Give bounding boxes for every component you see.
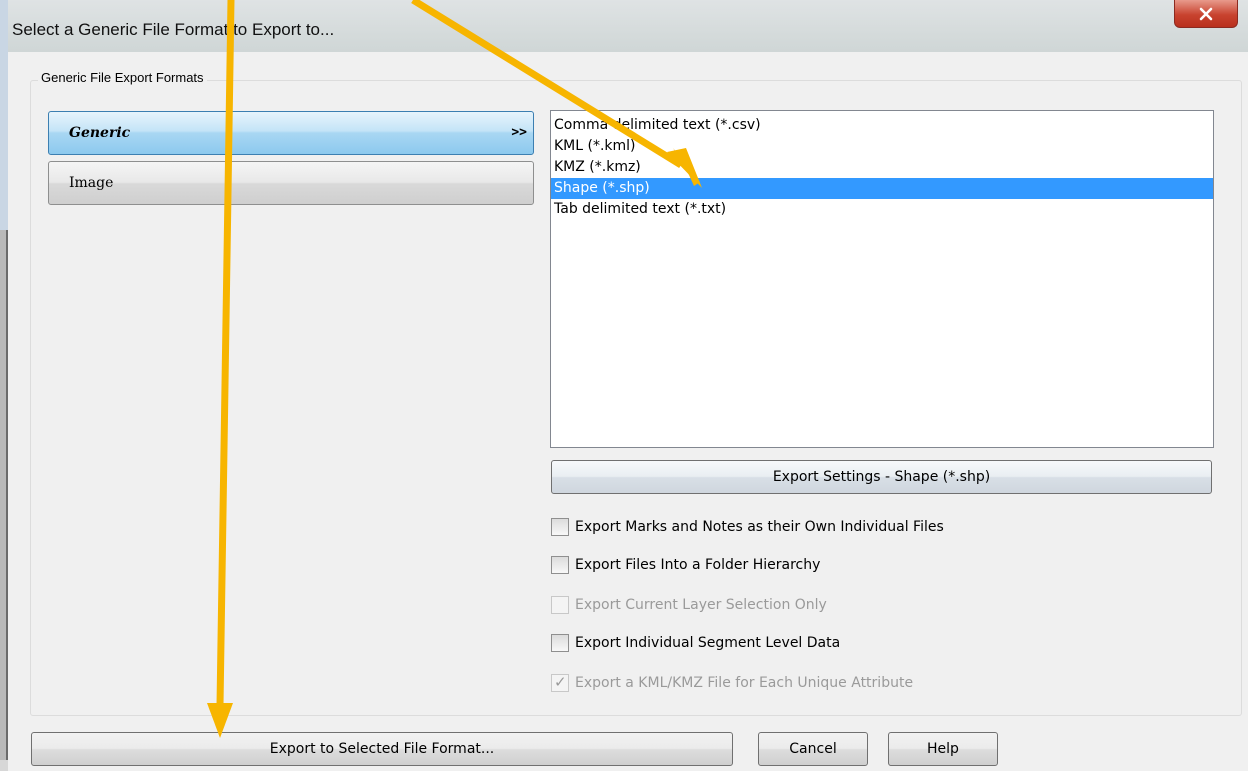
option-folder-hierarchy[interactable]: Export Files Into a Folder Hierarchy	[551, 554, 820, 576]
checkmark-icon: ✓	[554, 673, 567, 691]
option-label: Export Individual Segment Level Data	[575, 635, 841, 651]
export-to-selected-format-button[interactable]: Export to Selected File Format...	[31, 732, 733, 766]
checkbox[interactable]	[551, 556, 569, 574]
format-item-shp[interactable]: Shape (*.shp)	[551, 178, 1213, 199]
category-generic-button[interactable]: Generic >>	[48, 111, 534, 155]
window-left-edge	[0, 0, 8, 771]
checkbox: ✓	[551, 673, 569, 692]
cancel-button[interactable]: Cancel	[758, 732, 868, 766]
category-label: Image	[69, 175, 114, 191]
format-item-txt[interactable]: Tab delimited text (*.txt)	[551, 199, 1213, 220]
option-label: Export Marks and Notes as their Own Indi…	[575, 519, 944, 535]
option-current-layer-only: Export Current Layer Selection Only	[551, 594, 827, 616]
dialog-client-area: Generic File Export Formats Generic >> I…	[8, 52, 1248, 771]
category-label: Generic	[69, 125, 131, 141]
checkbox[interactable]	[551, 518, 569, 536]
checkbox	[551, 596, 569, 614]
option-kml-per-attribute: ✓ Export a KML/KMZ File for Each Unique …	[551, 672, 913, 694]
window-title: Select a Generic File Format to Export t…	[12, 20, 335, 39]
option-individual-files[interactable]: Export Marks and Notes as their Own Indi…	[551, 516, 944, 538]
expand-arrows-indicator: >>	[511, 125, 527, 140]
checkbox[interactable]	[551, 634, 569, 652]
format-item-kml[interactable]: KML (*.kml)	[551, 136, 1213, 157]
option-label: Export Files Into a Folder Hierarchy	[575, 557, 821, 573]
option-label: Export a KML/KMZ File for Each Unique At…	[575, 675, 914, 691]
format-item-kmz[interactable]: KMZ (*.kmz)	[551, 157, 1213, 178]
option-label: Export Current Layer Selection Only	[575, 597, 827, 613]
title-bar: Select a Generic File Format to Export t…	[8, 0, 1248, 52]
option-segment-level-data[interactable]: Export Individual Segment Level Data	[551, 632, 840, 654]
export-settings-button[interactable]: Export Settings - Shape (*.shp)	[551, 460, 1212, 494]
format-list[interactable]: Comma delimited text (*.csv) KML (*.kml)…	[550, 110, 1214, 448]
close-button[interactable]	[1174, 0, 1238, 28]
help-button[interactable]: Help	[888, 732, 998, 766]
close-icon	[1199, 7, 1213, 20]
category-image-button[interactable]: Image	[48, 161, 534, 205]
group-label: Generic File Export Formats	[38, 70, 207, 85]
format-item-csv[interactable]: Comma delimited text (*.csv)	[551, 115, 1213, 136]
